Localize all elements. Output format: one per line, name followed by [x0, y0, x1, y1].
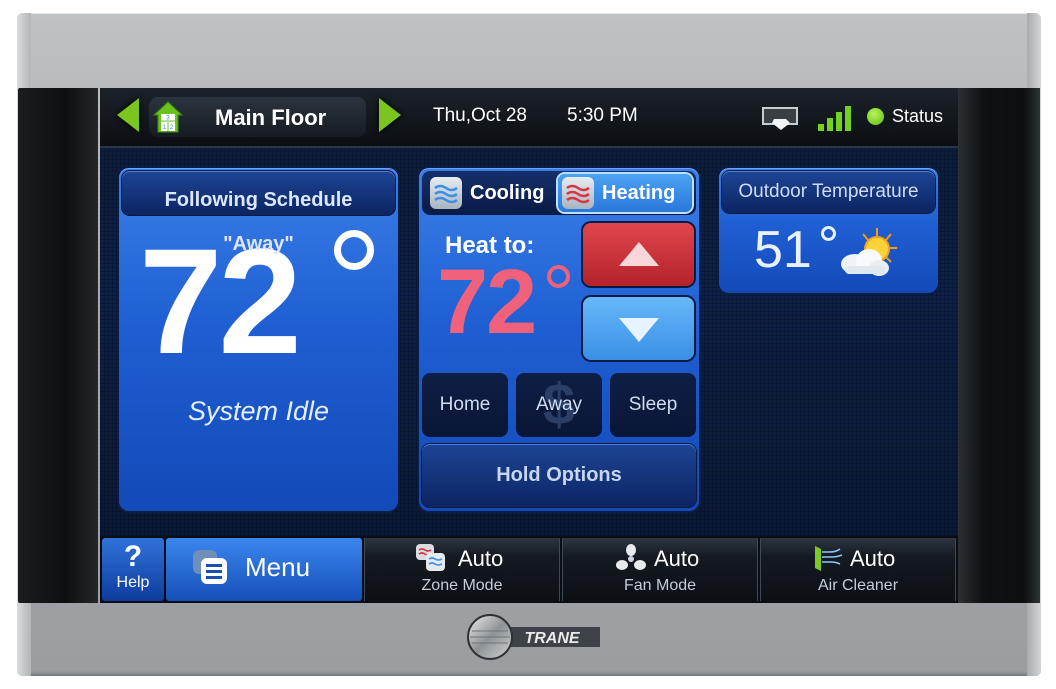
- preset-sleep-button[interactable]: Sleep: [610, 373, 696, 437]
- increase-setpoint-button[interactable]: [583, 223, 694, 286]
- decrease-setpoint-button[interactable]: [583, 297, 694, 360]
- hold-options-button[interactable]: Hold Options: [422, 444, 696, 507]
- touch-screen: 3 1 2 Main Floor Thu,Oct 28 5:30 PM Stat…: [100, 88, 958, 603]
- menu-button[interactable]: Menu: [166, 538, 362, 601]
- cooling-mode-button[interactable]: Cooling: [426, 174, 554, 212]
- partly-cloudy-icon: [841, 228, 897, 276]
- bottom-bar: ? Help Menu Auto Zone Mode Auto Fan Mode…: [100, 536, 958, 603]
- outdoor-temperature-title: Outdoor Temperature: [722, 171, 935, 213]
- preset-home-label: Home: [439, 394, 491, 415]
- next-zone-button[interactable]: [379, 98, 401, 132]
- time-display: 5:30 PM: [567, 105, 638, 126]
- zone-selector[interactable]: 3 1 2 Main Floor: [149, 97, 366, 137]
- right-bezel-side: [958, 88, 1040, 603]
- preset-away-button[interactable]: $ Away: [516, 373, 602, 437]
- air-cleaner-icon: [815, 546, 843, 571]
- cooling-label: Cooling: [470, 182, 545, 204]
- air-cleaner-button[interactable]: Auto Air Cleaner: [760, 538, 956, 601]
- preset-away-label: Away: [535, 394, 583, 415]
- menu-label: Menu: [245, 552, 311, 582]
- fan-mode-value: Auto: [654, 546, 700, 571]
- schedule-status-button[interactable]: Following Schedule "Away": [122, 171, 395, 255]
- fan-mode-button[interactable]: Auto Fan Mode: [562, 538, 758, 601]
- left-bezel-side: [18, 88, 98, 603]
- zone-mode-value: Auto: [458, 546, 504, 571]
- air-cleaner-label: Air Cleaner: [817, 577, 899, 594]
- signal-strength-icon: [818, 105, 852, 131]
- status-indicator-icon[interactable]: [867, 108, 884, 125]
- menu-icon: [193, 550, 227, 584]
- fan-mode-label: Fan Mode: [623, 577, 697, 594]
- help-label: Help: [116, 574, 150, 591]
- status-label[interactable]: Status: [892, 106, 943, 127]
- setpoint-value: 72: [437, 251, 537, 353]
- previous-zone-button[interactable]: [117, 98, 139, 132]
- outdoor-temperature-value: 51: [754, 221, 812, 279]
- schedule-line-1: Following Schedule: [164, 189, 353, 211]
- zone-mode-button[interactable]: Auto Zone Mode: [364, 538, 560, 601]
- top-bar: 3 1 2 Main Floor Thu,Oct 28 5:30 PM Stat…: [100, 88, 958, 148]
- heating-label: Heating: [602, 182, 676, 204]
- outdoor-temperature-panel[interactable]: Outdoor Temperature 51: [719, 168, 938, 293]
- zone-mode-label: Zone Mode: [421, 577, 503, 594]
- air-cleaner-value: Auto: [850, 546, 896, 571]
- fan-icon: [616, 544, 646, 570]
- schedule-line-2: "Away": [223, 233, 294, 255]
- zone-temperature-panel: Zone Temperature 72 System Idle Followin…: [119, 168, 398, 511]
- date-display: Thu,Oct 28: [433, 105, 527, 126]
- cooling-waves-icon: [430, 177, 462, 209]
- system-state: System Idle: [187, 396, 330, 426]
- network-icon[interactable]: [762, 107, 800, 131]
- preset-sleep-label: Sleep: [628, 394, 678, 415]
- up-arrow-icon: [619, 242, 659, 266]
- heating-waves-icon: [562, 177, 594, 209]
- down-arrow-icon: [619, 318, 659, 342]
- brand-text: TRANE: [524, 630, 580, 647]
- zone-name: Main Floor: [215, 105, 327, 130]
- zone-mode-icon: [416, 544, 445, 571]
- help-button[interactable]: ? Help: [102, 538, 164, 601]
- outdoor-degree-symbol: [821, 226, 836, 241]
- setpoint-panel: Cooling Heating Heat to: 72 Home $ Away …: [419, 168, 699, 511]
- house-zones-icon: 3 1 2: [153, 101, 183, 133]
- preset-home-button[interactable]: Home: [422, 373, 508, 437]
- setpoint-degree-symbol: [547, 265, 570, 288]
- trane-logo: TRANE: [467, 614, 600, 660]
- mode-selector: Cooling Heating: [422, 171, 696, 215]
- help-icon: ?: [123, 540, 143, 573]
- heating-mode-button[interactable]: Heating: [558, 174, 692, 212]
